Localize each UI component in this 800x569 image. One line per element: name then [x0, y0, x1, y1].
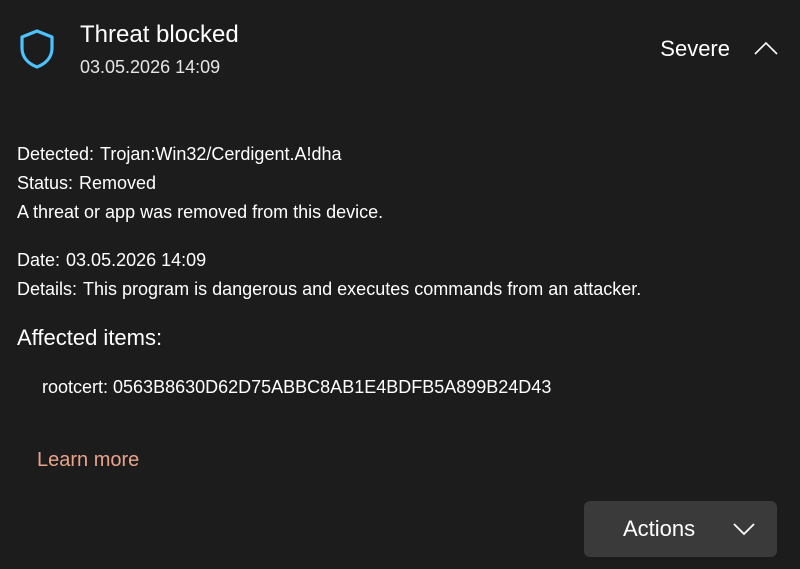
- details-row: Details: This program is dangerous and ex…: [17, 275, 787, 304]
- threat-timestamp: 03.05.2026 14:09: [80, 57, 221, 77]
- date-label: Date:: [17, 250, 61, 270]
- date-value: 03.05.2026 14:09: [66, 250, 207, 270]
- details-value: This program is dangerous and executes c…: [83, 279, 642, 299]
- threat-title: Threat blocked: [80, 21, 239, 48]
- actions-button[interactable]: Actions: [584, 501, 777, 557]
- date-row: Date: 03.05.2026 14:09: [17, 246, 787, 275]
- learn-more-link[interactable]: Learn more: [37, 446, 139, 474]
- severity-label: Severe: [660, 36, 730, 61]
- status-row: Status: Removed: [17, 169, 787, 198]
- status-value: Removed: [79, 173, 157, 193]
- detected-value: Trojan:Win32/Cerdigent.A!dha: [100, 144, 342, 164]
- shield-icon: [18, 28, 56, 70]
- affected-item: rootcert: 0563B8630D62D75ABBC8AB1E4BDFB5…: [42, 377, 552, 397]
- chevron-up-icon[interactable]: [752, 36, 780, 62]
- status-label: Status:: [17, 173, 74, 193]
- actions-button-label: Actions: [623, 516, 696, 541]
- details-label: Details:: [17, 279, 78, 299]
- status-message: A threat or app was removed from this de…: [17, 202, 384, 222]
- detected-row: Detected: Trojan:Win32/Cerdigent.A!dha: [17, 140, 787, 169]
- chevron-down-icon: [731, 519, 757, 539]
- threat-header: Threat blocked 03.05.2026 14:09 Severe: [0, 0, 800, 100]
- affected-items-heading: Affected items:: [17, 325, 163, 350]
- threat-details: Detected: Trojan:Win32/Cerdigent.A!dha St…: [17, 140, 787, 304]
- detected-label: Detected:: [17, 144, 95, 164]
